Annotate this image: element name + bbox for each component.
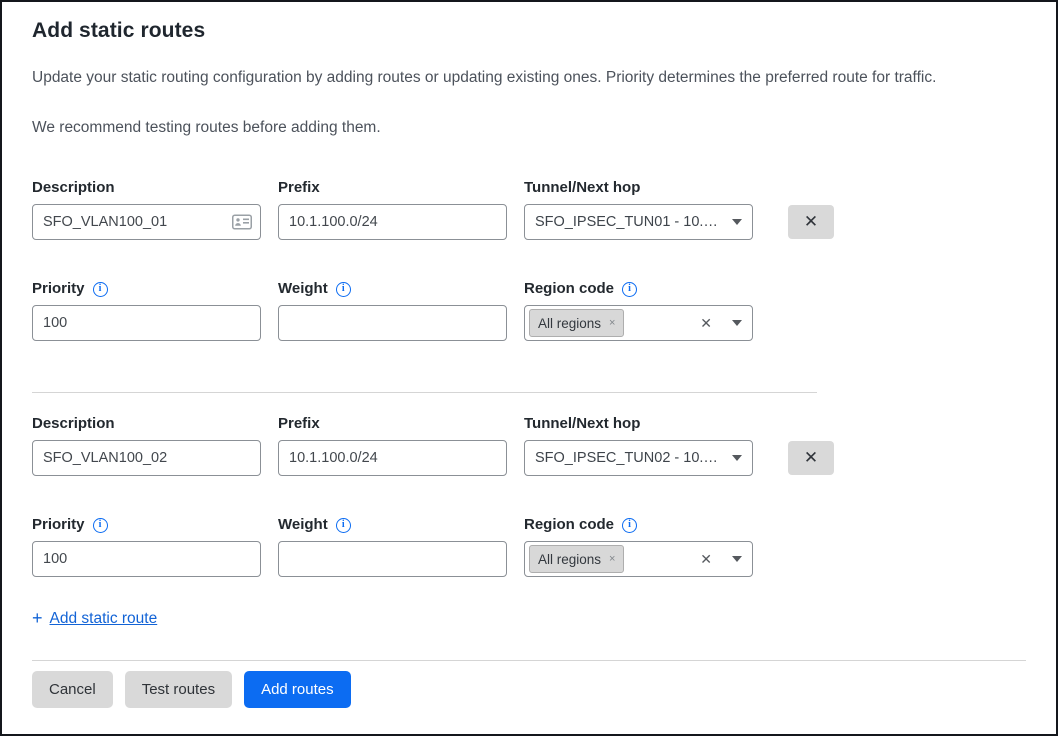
tunnel-label: Tunnel/Next hop	[524, 179, 753, 197]
chip-remove-icon[interactable]: ×	[609, 317, 615, 329]
description-input[interactable]	[32, 440, 261, 476]
description-input[interactable]	[32, 204, 261, 240]
description-field: Description	[32, 179, 261, 240]
description-field: Description	[32, 415, 261, 476]
info-icon[interactable]: i	[336, 282, 351, 297]
description-label: Description	[32, 179, 261, 197]
priority-field: Priority i	[32, 516, 261, 577]
tunnel-field: Tunnel/Next hop SFO_IPSEC_TUN02 - 10.25.…	[524, 415, 753, 476]
tunnel-field: Tunnel/Next hop SFO_IPSEC_TUN01 - 10.25.…	[524, 179, 753, 240]
clear-selection-icon[interactable]: ✕	[700, 315, 712, 332]
dialog-intro-text: Update your static routing configuration…	[32, 68, 1026, 87]
tunnel-selected-value: SFO_IPSEC_TUN01 - 10.25...	[535, 214, 724, 230]
chevron-down-icon	[732, 320, 742, 326]
add-static-route-link[interactable]: Add static route	[50, 610, 158, 628]
priority-input[interactable]	[32, 305, 261, 341]
weight-field: Weight i	[278, 280, 507, 341]
route-divider	[32, 392, 817, 393]
weight-label: Weight i	[278, 280, 507, 298]
region-code-label: Region code i	[524, 516, 753, 534]
autofill-contact-card-icon[interactable]	[232, 215, 252, 230]
description-label: Description	[32, 415, 261, 433]
info-icon[interactable]: i	[622, 518, 637, 533]
info-icon[interactable]: i	[336, 518, 351, 533]
region-code-field: Region code i All regions × ✕	[524, 516, 753, 577]
clear-selection-icon[interactable]: ✕	[700, 551, 712, 568]
prefix-label: Prefix	[278, 415, 507, 433]
add-routes-button[interactable]: Add routes	[244, 671, 351, 708]
tunnel-select[interactable]: SFO_IPSEC_TUN02 - 10.25...	[524, 440, 753, 476]
info-icon[interactable]: i	[93, 518, 108, 533]
prefix-label: Prefix	[278, 179, 507, 197]
dialog-footer: Cancel Test routes Add routes	[2, 660, 1056, 734]
region-code-field: Region code i All regions × ✕	[524, 280, 753, 341]
priority-label: Priority i	[32, 280, 261, 298]
priority-input[interactable]	[32, 541, 261, 577]
weight-input[interactable]	[278, 541, 507, 577]
region-code-select[interactable]: All regions × ✕	[524, 305, 753, 341]
page-title: Add static routes	[32, 16, 1026, 46]
region-chip-label: All regions	[538, 552, 601, 567]
dialog-note-text: We recommend testing routes before addin…	[32, 118, 1026, 137]
remove-route-button[interactable]: ✕	[788, 441, 834, 475]
region-code-label: Region code i	[524, 280, 753, 298]
chevron-down-icon	[732, 455, 742, 461]
route-block-2: Description Prefix Tunnel/Next hop SFO_I…	[32, 415, 1026, 577]
routes-form: Description	[32, 179, 1026, 629]
cancel-button[interactable]: Cancel	[32, 671, 113, 708]
info-icon[interactable]: i	[622, 282, 637, 297]
weight-label: Weight i	[278, 516, 507, 534]
weight-input[interactable]	[278, 305, 507, 341]
region-code-select[interactable]: All regions × ✕	[524, 541, 753, 577]
prefix-input[interactable]	[278, 440, 507, 476]
info-icon[interactable]: i	[93, 282, 108, 297]
priority-label: Priority i	[32, 516, 261, 534]
weight-field: Weight i	[278, 516, 507, 577]
close-icon: ✕	[804, 212, 818, 232]
region-chip: All regions ×	[529, 545, 624, 573]
chip-remove-icon[interactable]: ×	[609, 553, 615, 565]
remove-route-button[interactable]: ✕	[788, 205, 834, 239]
chevron-down-icon	[732, 556, 742, 562]
prefix-input[interactable]	[278, 204, 507, 240]
test-routes-button[interactable]: Test routes	[125, 671, 232, 708]
prefix-field: Prefix	[278, 415, 507, 476]
add-static-routes-dialog: Add static routes Update your static rou…	[0, 0, 1058, 736]
tunnel-label: Tunnel/Next hop	[524, 415, 753, 433]
close-icon: ✕	[804, 448, 818, 468]
prefix-field: Prefix	[278, 179, 507, 240]
region-chip: All regions ×	[529, 309, 624, 337]
plus-icon: +	[32, 608, 43, 629]
priority-field: Priority i	[32, 280, 261, 341]
tunnel-selected-value: SFO_IPSEC_TUN02 - 10.25...	[535, 450, 724, 466]
region-chip-label: All regions	[538, 316, 601, 331]
chevron-down-icon	[732, 219, 742, 225]
route-block-1: Description	[32, 179, 1026, 341]
tunnel-select[interactable]: SFO_IPSEC_TUN01 - 10.25...	[524, 204, 753, 240]
